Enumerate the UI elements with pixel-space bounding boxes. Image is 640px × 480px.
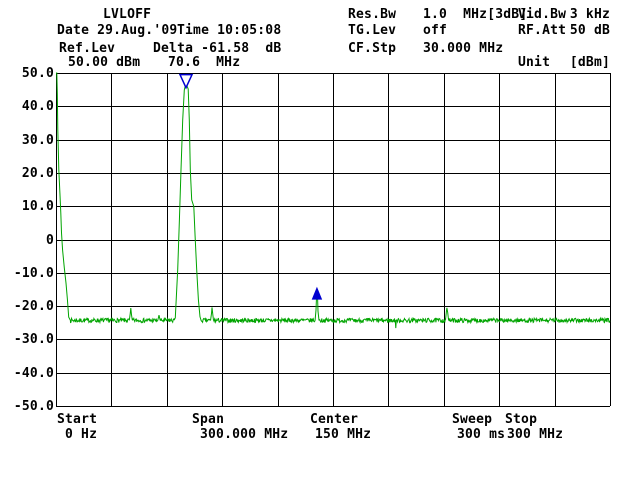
y-axis-tick-label: 10.0 — [21, 199, 54, 215]
spectrum-analyzer-screen: LVLOFF Date 29.Aug.'09 Time 10:05:08 Ref… — [0, 0, 640, 480]
y-axis-tick-label: -30.0 — [13, 332, 54, 348]
y-axis-tick-label: 40.0 — [21, 99, 54, 115]
reference-marker — [178, 73, 194, 90]
span-label: Span — [192, 412, 225, 427]
y-axis-tick-label: 30.0 — [21, 132, 54, 148]
y-axis-tick-label: -10.0 — [13, 265, 54, 281]
span-value: 300.000 MHz — [200, 427, 289, 442]
stop-value: 300 MHz — [507, 427, 564, 442]
y-axis-tick-label: 20.0 — [21, 165, 54, 181]
spectrum-plot — [56, 72, 611, 407]
y-axis-tick-label: 50.0 — [21, 66, 54, 81]
sweep-label: Sweep — [452, 412, 493, 427]
start-label: Start — [57, 412, 98, 427]
y-axis-tick-label: -50.0 — [13, 399, 54, 414]
stop-label: Stop — [505, 412, 538, 427]
center-label: Center — [310, 412, 359, 427]
start-value: 0 Hz — [65, 427, 98, 442]
sweep-value: 300 ms — [457, 427, 506, 442]
y-axis-tick-label: -40.0 — [13, 365, 54, 381]
center-value: 150 MHz — [315, 427, 372, 442]
y-axis-tick-label: 0 — [45, 232, 54, 248]
delta-marker — [311, 286, 323, 300]
trace — [56, 72, 611, 329]
y-axis-tick-label: -20.0 — [13, 299, 54, 315]
